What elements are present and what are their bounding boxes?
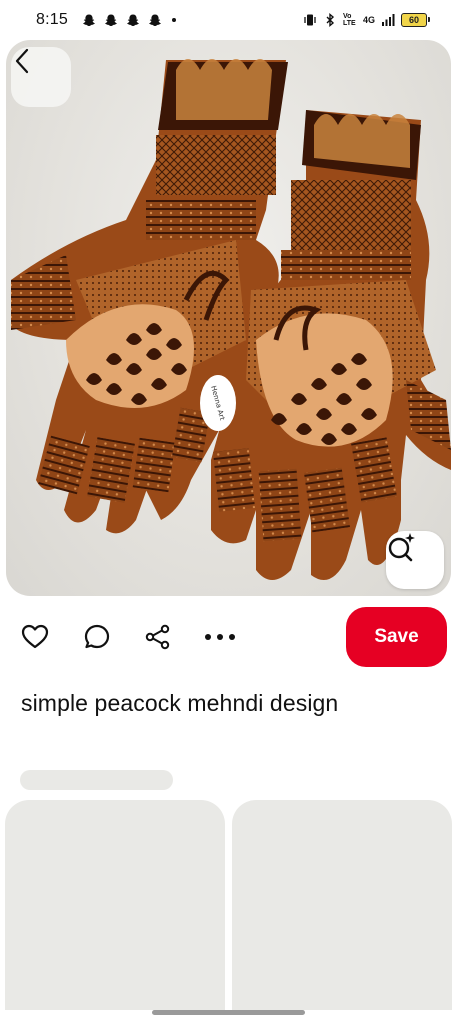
- pin-actions: Save: [0, 600, 457, 672]
- status-left: 8:15: [36, 11, 176, 29]
- network-label: 4G: [362, 15, 375, 25]
- like-button[interactable]: [20, 622, 50, 652]
- snapchat-icon: [105, 14, 117, 26]
- loading-placeholder-card: [5, 800, 225, 1010]
- visual-search-button[interactable]: [386, 531, 444, 589]
- watermark-text: Henna Art: [209, 384, 227, 422]
- loading-placeholder-line: [20, 770, 173, 790]
- heart-icon: [21, 624, 49, 649]
- snapchat-icon: [149, 14, 161, 26]
- pin-title: simple peacock mehndi design: [21, 690, 339, 716]
- lens-search-icon: [388, 533, 415, 562]
- pin-image[interactable]: Henna Art: [6, 40, 451, 596]
- vibrate-icon: [304, 14, 316, 26]
- snapchat-icon: [83, 14, 95, 26]
- comment-icon: [84, 624, 110, 649]
- battery-indicator: 60: [401, 13, 430, 27]
- snapchat-icon: [127, 14, 139, 26]
- loading-placeholder-card: [232, 800, 452, 1010]
- status-time: 8:15: [36, 11, 68, 28]
- save-button[interactable]: Save: [346, 607, 447, 667]
- henna-hands-illustration: [11, 59, 451, 580]
- signal-icon: [382, 14, 395, 26]
- bluetooth-icon: [326, 13, 335, 27]
- chevron-left-icon: [15, 48, 29, 74]
- volte-label: Vo LTE: [342, 13, 356, 27]
- comment-button[interactable]: [82, 622, 112, 652]
- share-icon: [145, 624, 170, 650]
- share-button[interactable]: [143, 622, 173, 652]
- more-options-button[interactable]: [203, 622, 237, 652]
- watermark-badge: Henna Art: [200, 375, 236, 431]
- status-bar: 8:15 Vo LTE 4G 60: [0, 0, 457, 40]
- more-icon: [205, 634, 235, 640]
- back-button[interactable]: [11, 47, 71, 107]
- home-indicator[interactable]: [152, 1010, 305, 1015]
- more-notifications-dot: [171, 18, 176, 22]
- status-right: Vo LTE 4G 60: [303, 13, 430, 27]
